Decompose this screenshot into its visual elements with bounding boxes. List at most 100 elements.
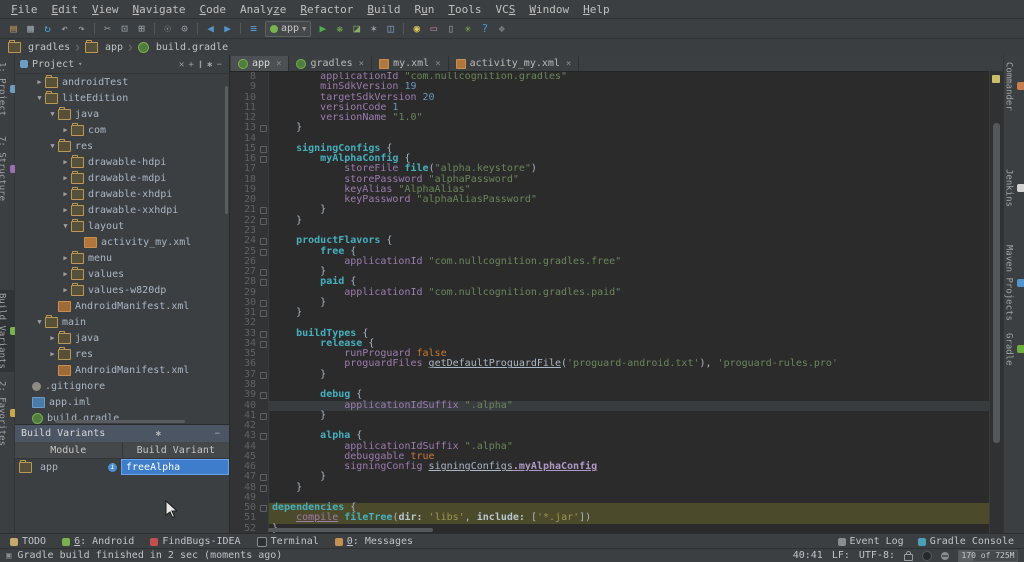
tree-expand-arrow[interactable]: ▶ [60, 174, 71, 182]
close-icon[interactable]: × [566, 59, 571, 69]
tool-window-button-gradle-console[interactable]: Gradle Console [918, 536, 1014, 547]
tool-window-button-terminal[interactable]: Terminal [257, 536, 319, 547]
close-icon[interactable]: ✕ [177, 60, 186, 70]
close-icon[interactable]: × [276, 59, 281, 69]
paste-icon[interactable]: ⊞ [133, 21, 150, 36]
tree-expand-arrow[interactable]: ▶ [34, 78, 45, 86]
fold-gutter[interactable] [259, 277, 269, 287]
tree-horizontal-scrollbar[interactable] [55, 420, 185, 423]
module-cell[interactable]: app i [15, 459, 121, 475]
tree-expand-arrow[interactable]: ▶ [60, 158, 71, 166]
redo-icon[interactable]: ↷ [73, 21, 90, 36]
tree-item-drawable-xhdpi[interactable]: ▶drawable-xhdpi [15, 186, 229, 202]
back-icon[interactable]: ◀ [202, 21, 219, 36]
fold-gutter[interactable] [259, 329, 269, 339]
tool-window-button-todo[interactable]: TODO [10, 536, 46, 547]
sdk-manager-icon[interactable]: ✳ [459, 21, 476, 36]
tree-expand-arrow[interactable]: ▶ [60, 270, 71, 278]
tree-expand-arrow[interactable]: ▼ [47, 142, 58, 150]
tool-window-button-6-android[interactable]: 6: Android [62, 536, 134, 547]
tool-window-button-findbugs-idea[interactable]: FindBugs-IDEA [150, 536, 240, 547]
menu-tools[interactable]: Tools [441, 3, 488, 16]
tree-item--gitignore[interactable]: .gitignore [15, 378, 229, 394]
encoding[interactable]: UTF-8: [859, 550, 895, 561]
project-tree[interactable]: ▶androidTest▼liteEdition▼java▶com▼res▶dr… [15, 74, 229, 424]
tree-expand-arrow[interactable]: ▶ [60, 190, 71, 198]
tree-item-values-w820dp[interactable]: ▶values-w820dp [15, 282, 229, 298]
tool-window-switcher-icon[interactable]: ▣ [6, 551, 11, 561]
fold-gutter[interactable] [259, 154, 269, 164]
tree-vertical-scrollbar[interactable] [225, 86, 228, 214]
tree-expand-arrow[interactable]: ▶ [60, 126, 71, 134]
plugin-icon[interactable]: ❖ [493, 21, 510, 36]
tree-expand-arrow[interactable]: ▼ [34, 94, 45, 102]
tree-item-activity-my-xml[interactable]: activity_my.xml [15, 234, 229, 250]
chevron-down-icon[interactable]: ▾ [78, 60, 82, 68]
save-all-icon[interactable]: ▦ [22, 21, 39, 36]
tree-item-layout[interactable]: ▼layout [15, 218, 229, 234]
fold-gutter[interactable] [259, 298, 269, 308]
open-icon[interactable]: ▤ [5, 21, 22, 36]
caret-position[interactable]: 40:41 [793, 550, 823, 561]
fold-gutter[interactable] [259, 267, 269, 277]
undo-icon[interactable]: ↶ [56, 21, 73, 36]
tree-expand-arrow[interactable]: ▼ [47, 110, 58, 118]
fold-gutter[interactable] [259, 483, 269, 493]
menu-run[interactable]: Run [407, 3, 441, 16]
debug-icon[interactable]: ❋ [331, 21, 348, 36]
inspections-icon[interactable]: ◉ [408, 21, 425, 36]
fold-gutter[interactable] [259, 370, 269, 380]
tree-expand-arrow[interactable]: ▶ [47, 350, 58, 358]
hide-icon[interactable]: − [215, 60, 224, 70]
run-configuration-combo[interactable]: app▼ [265, 21, 311, 37]
menu-view[interactable]: View [85, 3, 126, 16]
gear-icon[interactable]: ✱ [153, 429, 164, 439]
fold-gutter[interactable] [259, 216, 269, 226]
hide-icon[interactable]: − [212, 429, 223, 439]
tree-expand-arrow[interactable]: ▶ [60, 254, 71, 262]
line-ending[interactable]: LF: [832, 550, 850, 561]
tree-item-menu[interactable]: ▶menu [15, 250, 229, 266]
fold-gutter[interactable] [259, 503, 269, 513]
close-icon[interactable]: × [359, 59, 364, 69]
menu-window[interactable]: Window [522, 3, 576, 16]
menu-file[interactable]: File [4, 3, 45, 16]
fold-gutter[interactable] [259, 144, 269, 154]
close-icon[interactable]: × [435, 59, 440, 69]
fold-gutter[interactable] [259, 431, 269, 441]
menu-navigate[interactable]: Navigate [126, 3, 193, 16]
tool-window-button-0-messages[interactable]: 0: Messages [335, 536, 413, 547]
tab-my-xml[interactable]: my.xml× [372, 56, 449, 71]
menu-build[interactable]: Build [360, 3, 407, 16]
tab-app[interactable]: app× [231, 56, 289, 71]
tree-item-java[interactable]: ▶java [15, 330, 229, 346]
tree-item-androidtest[interactable]: ▶androidTest [15, 74, 229, 90]
make-project-icon[interactable]: ≡ [245, 21, 262, 36]
editor-horizontal-scrollbar[interactable] [268, 528, 433, 532]
tool-window-button-event-log[interactable]: Event Log [838, 536, 904, 547]
variant-cell[interactable]: freeAlpha [121, 459, 229, 475]
run-icon[interactable]: ▶ [314, 21, 331, 36]
tool-button-jenkins[interactable]: Jenkins [1004, 166, 1024, 210]
tree-item-res[interactable]: ▼res [15, 138, 229, 154]
tool-button-maven-projects[interactable]: Maven Projects [1004, 242, 1024, 324]
tool-button-commander[interactable]: Commander [1004, 59, 1024, 114]
fold-gutter[interactable] [259, 236, 269, 246]
inspection-status-icon[interactable] [992, 75, 1000, 83]
tree-expand-arrow[interactable]: ▶ [60, 206, 71, 214]
fold-gutter[interactable] [259, 308, 269, 318]
find-icon[interactable]: ☉ [159, 21, 176, 36]
menu-refactor[interactable]: Refactor [293, 3, 360, 16]
info-icon[interactable]: i [108, 463, 117, 472]
monitor-icon[interactable]: ▭ [425, 21, 442, 36]
tree-item-com[interactable]: ▶com [15, 122, 229, 138]
code-editor[interactable]: 8 applicationId "com.nullcognition.gradl… [230, 72, 1003, 534]
memory-indicator[interactable]: 170 of 725M [958, 550, 1018, 562]
forward-icon[interactable]: ▶ [219, 21, 236, 36]
lock-icon[interactable] [904, 554, 913, 561]
fold-gutter[interactable] [259, 123, 269, 133]
tree-item-liteedition[interactable]: ▼liteEdition [15, 90, 229, 106]
tree-item-drawable-xxhdpi[interactable]: ▶drawable-xxhdpi [15, 202, 229, 218]
menu-analyze[interactable]: Analyze [233, 3, 293, 16]
tab-activity-my-xml[interactable]: activity_my.xml× [449, 56, 580, 71]
